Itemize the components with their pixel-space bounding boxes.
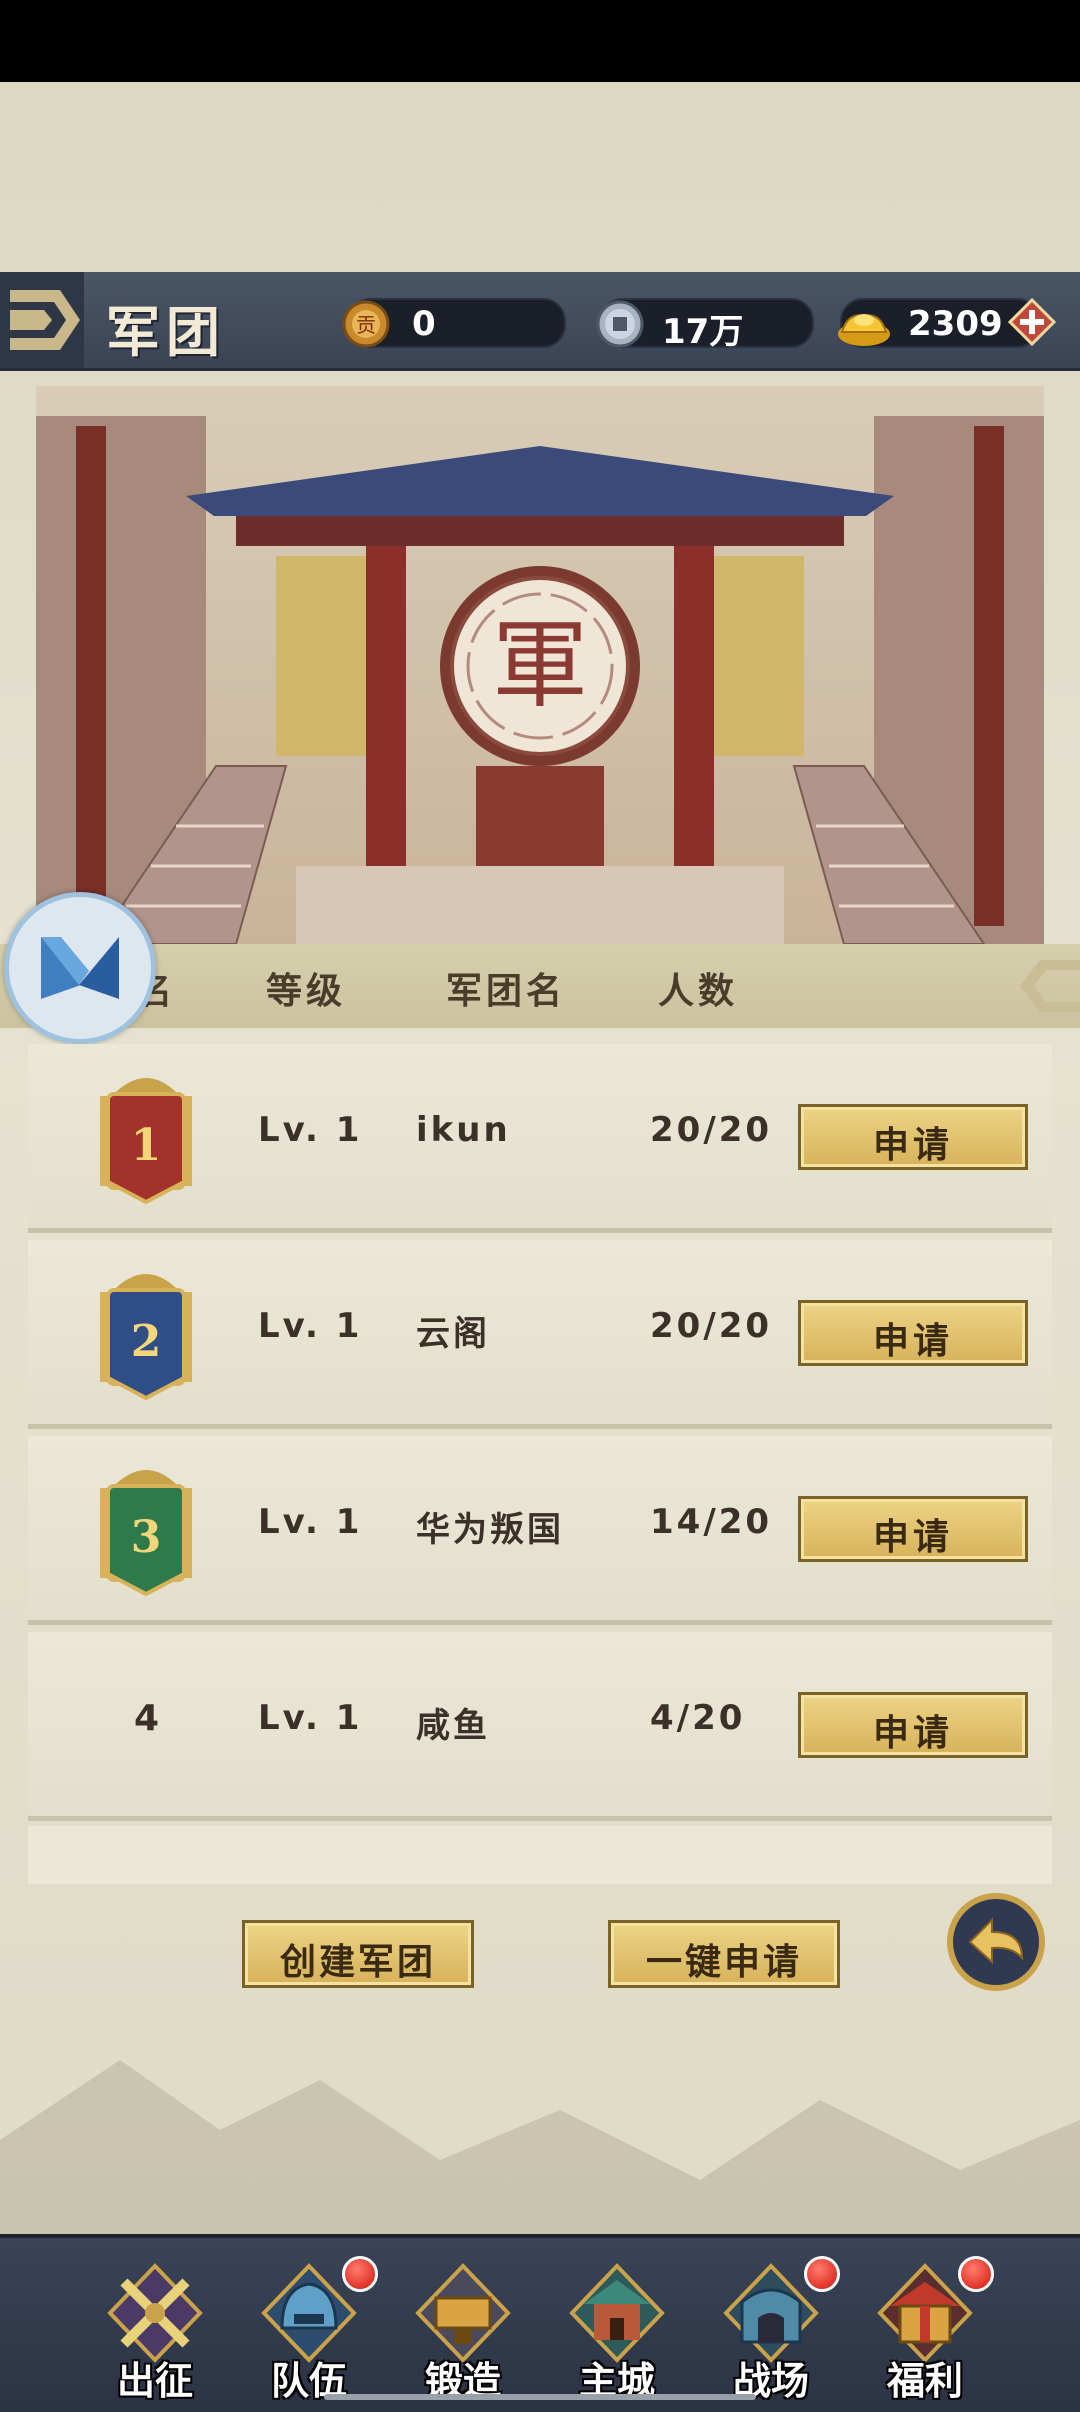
legion-row-2[interactable]: 2 Lv. 1 云阁 20/20 申请: [28, 1240, 1052, 1429]
nav-item-expedition[interactable]: 出征: [90, 2252, 220, 2403]
create-legion-button[interactable]: 创建军团: [242, 1920, 474, 1988]
header-ornament-icon: [0, 272, 84, 368]
legion-name: 云阁: [416, 1314, 490, 1354]
column-level: 等级: [266, 971, 347, 1012]
assistant-logo-icon: [41, 937, 119, 999]
rank-1-number: 1: [131, 1120, 162, 1171]
legion-name: 华为叛国: [416, 1510, 564, 1550]
coin-icon: 贡: [342, 300, 390, 348]
gold-value: 2309: [908, 304, 1003, 344]
apply-button[interactable]: 申请: [798, 1104, 1028, 1170]
add-gold-button[interactable]: [1008, 298, 1056, 346]
list-item-partial: [28, 1826, 1052, 1884]
back-arrow-icon[interactable]: [944, 1890, 1048, 1994]
bottom-navigation: 出征 队伍 锻造 主城 战场 福利: [0, 2234, 1080, 2412]
legion-row-4[interactable]: 4 Lv. 1 咸鱼 4/20 申请: [28, 1632, 1052, 1821]
apply-all-label: 一键申请: [645, 1942, 802, 1983]
gold-ingot-icon: [838, 314, 890, 346]
legion-row-3[interactable]: 3 Lv. 1 华为叛国 14/20 申请: [28, 1436, 1052, 1625]
legion-level: Lv. 1: [258, 1698, 363, 1738]
nav-item-team[interactable]: 队伍: [244, 2252, 378, 2403]
top-header: 军团 贡 0 17万 2309: [0, 272, 1080, 371]
home-indicator[interactable]: [324, 2394, 756, 2400]
currency-copper: 17万: [596, 298, 814, 352]
rank-number: 4: [134, 1698, 160, 1739]
nav-item-main-city[interactable]: 主城: [552, 2252, 682, 2403]
rank-3-banner-icon: 3: [100, 1470, 192, 1596]
nav-item-forge[interactable]: 锻造: [398, 2252, 528, 2403]
legion-name: ikun: [416, 1110, 511, 1150]
notification-badge: [804, 2256, 840, 2292]
header-right-ornament-icon: [1020, 960, 1080, 1012]
svg-text:贡: 贡: [356, 313, 376, 337]
apply-button[interactable]: 申请: [798, 1692, 1028, 1758]
create-legion-label: 创建军团: [279, 1942, 436, 1983]
apply-button[interactable]: 申请: [798, 1496, 1028, 1562]
rank-2-number: 2: [131, 1316, 162, 1367]
legion-level: Lv. 1: [258, 1306, 363, 1346]
notification-badge: [342, 2256, 378, 2292]
legion-name: 咸鱼: [416, 1706, 490, 1746]
currency-contribution: 贡 0: [342, 298, 566, 348]
nav-item-welfare[interactable]: 福利: [860, 2252, 994, 2403]
notification-badge: [958, 2256, 994, 2292]
legion-members: 20/20: [650, 1306, 773, 1346]
page-title: 军团: [106, 301, 226, 364]
apply-button-label: 申请: [872, 1321, 953, 1362]
column-members: 人数: [658, 971, 739, 1012]
apply-button-label: 申请: [872, 1517, 953, 1558]
legion-level: Lv. 1: [258, 1502, 363, 1542]
rank-2-banner-icon: 2: [100, 1274, 192, 1400]
floating-assistant-button[interactable]: [4, 892, 156, 1044]
contribution-value: 0: [412, 304, 436, 344]
apply-button[interactable]: 申请: [798, 1300, 1028, 1366]
apply-all-button[interactable]: 一键申请: [608, 1920, 840, 1988]
column-legion-name: 军团名: [446, 971, 567, 1012]
legion-row-1[interactable]: 1 Lv. 1 ikun 20/20 申请: [28, 1044, 1052, 1233]
nav-label: 福利: [886, 2359, 963, 2403]
mountain-backdrop: [0, 2060, 1080, 2240]
nav-label: 出征: [116, 2359, 193, 2403]
apply-button-label: 申请: [872, 1713, 953, 1754]
rank-3-number: 3: [131, 1512, 162, 1563]
legion-members: 4/20: [650, 1698, 746, 1738]
legion-emblem-text: 軍: [492, 609, 588, 721]
status-bar: [0, 0, 1080, 82]
legion-hall-banner: 軍: [36, 386, 1044, 944]
legion-members: 20/20: [650, 1110, 773, 1150]
legion-members: 14/20: [650, 1502, 773, 1542]
apply-button-label: 申请: [872, 1125, 953, 1166]
nav-item-battlefield[interactable]: 战场: [706, 2252, 840, 2403]
rank-1-banner-icon: 1: [100, 1078, 192, 1204]
table-header: 排名 等级 军团名 人数: [0, 944, 1080, 1028]
legion-level: Lv. 1: [258, 1110, 363, 1150]
copper-coin-icon: [596, 300, 644, 348]
copper-value: 17万: [662, 312, 744, 352]
